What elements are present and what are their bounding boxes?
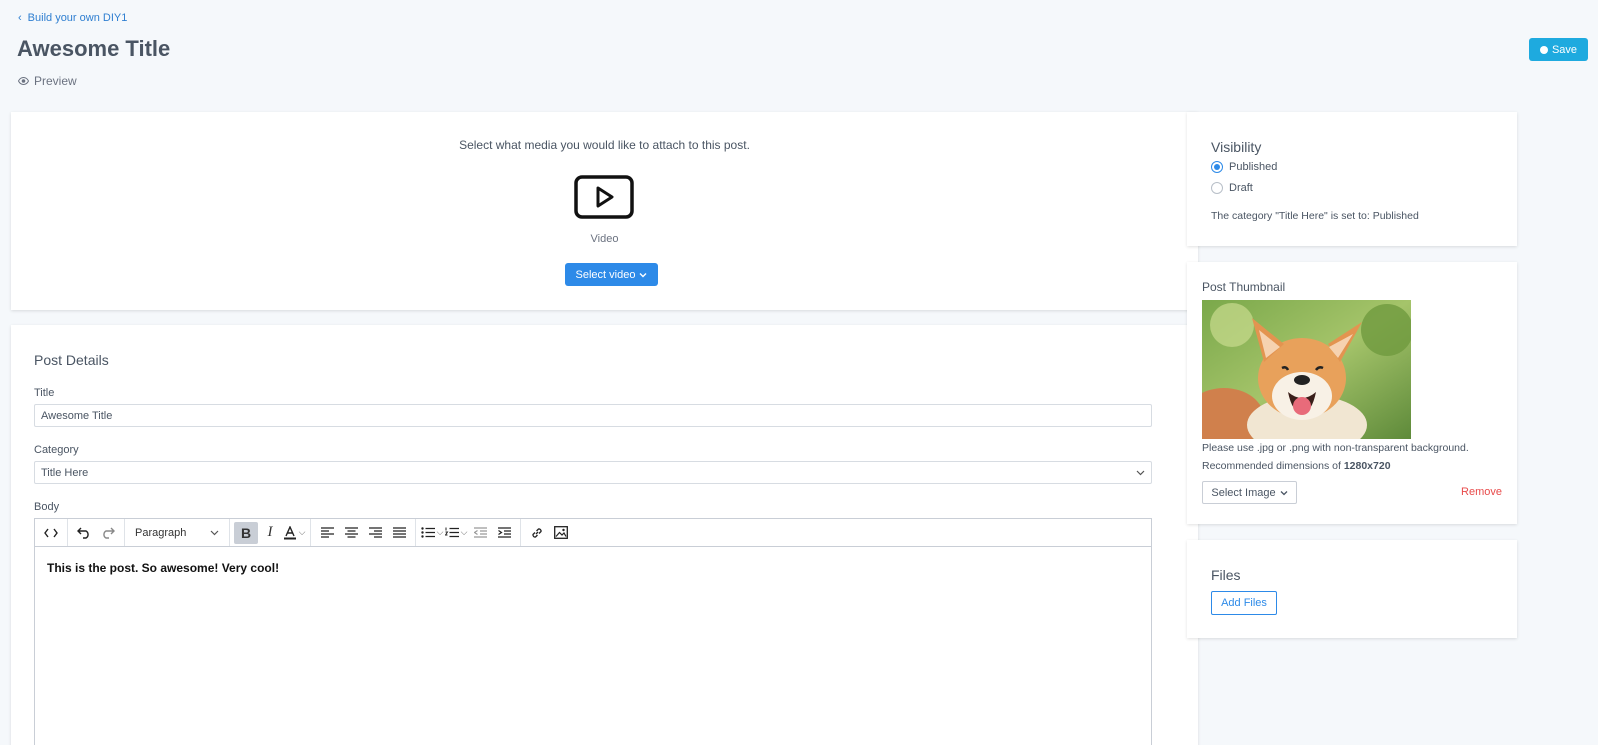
category-value: Title Here (41, 466, 89, 479)
category-label: Category (34, 444, 79, 456)
category-select[interactable]: Title Here (34, 461, 1152, 484)
page-title: Awesome Title (17, 36, 171, 61)
post-details-title: Post Details (34, 352, 109, 368)
image-icon[interactable] (549, 522, 573, 544)
circle-icon (1539, 45, 1548, 54)
italic-icon[interactable]: I (258, 522, 282, 544)
visibility-option-label: Draft (1229, 182, 1253, 194)
redo-icon[interactable] (96, 522, 120, 544)
eye-icon (18, 77, 29, 85)
video-label: Video (590, 233, 619, 245)
chevron-down-icon (1280, 490, 1288, 495)
chevron-down-icon (210, 530, 219, 535)
editor-content[interactable]: This is the post. So awesome! Very cool! (35, 547, 1151, 589)
numbered-list-icon[interactable]: ⌵ (444, 522, 468, 544)
play-icon (574, 175, 634, 219)
preview-label: Preview (34, 74, 77, 88)
title-label: Title (34, 387, 55, 399)
remove-thumbnail-link[interactable]: Remove (1461, 486, 1502, 498)
title-input[interactable]: Awesome Title (34, 404, 1152, 427)
select-image-button[interactable]: Select Image (1202, 481, 1297, 504)
thumbnail-image (1202, 300, 1411, 439)
paragraph-select-label: Paragraph (135, 526, 187, 539)
editor-toolbar: Paragraph B I ⌵ ⌵ ⌵ (35, 519, 1151, 547)
visibility-option-draft[interactable]: Draft (1211, 182, 1253, 194)
chevron-down-icon (639, 272, 647, 277)
chevron-left-icon: ‹ (18, 11, 22, 24)
files-card: Files Add Files (1187, 540, 1517, 638)
thumbnail-help-dimensions: Recommended dimensions of 1280x720 (1202, 460, 1391, 472)
bold-icon[interactable]: B (234, 521, 258, 544)
rich-text-editor: Paragraph B I ⌵ ⌵ ⌵ This is the post. So… (34, 518, 1152, 745)
align-justify-icon[interactable] (387, 522, 411, 544)
indent-icon[interactable] (492, 522, 516, 544)
save-button-label: Save (1551, 43, 1578, 56)
align-right-icon[interactable] (363, 522, 387, 544)
visibility-note: The category "Title Here" is set to: Pub… (1211, 210, 1419, 222)
add-files-button[interactable]: Add Files (1211, 591, 1277, 615)
select-image-label: Select Image (1211, 486, 1276, 499)
outdent-icon[interactable] (468, 522, 492, 544)
align-left-icon[interactable] (315, 522, 339, 544)
media-card: Select what media you would like to atta… (11, 112, 1198, 310)
paragraph-select[interactable]: Paragraph (129, 522, 225, 544)
align-center-icon[interactable] (339, 522, 363, 544)
thumbnail-dimensions-value: 1280x720 (1343, 460, 1391, 472)
thumbnail-title: Post Thumbnail (1202, 280, 1286, 294)
radio-unchecked-icon[interactable] (1211, 182, 1223, 194)
bullet-list-icon[interactable]: ⌵ (420, 522, 444, 544)
source-code-icon[interactable] (39, 522, 63, 544)
visibility-option-label: Published (1229, 161, 1278, 173)
body-label: Body (34, 501, 60, 513)
back-link[interactable]: ‹ Build your own DIY1 (18, 12, 127, 24)
chevron-down-icon (1136, 470, 1145, 475)
text-color-icon[interactable]: ⌵ (282, 522, 306, 544)
media-prompt: Select what media you would like to atta… (459, 138, 750, 152)
select-video-button[interactable]: Select video (565, 263, 658, 286)
thumbnail-card: Post Thumbnail Please use .jpg or .png w… (1187, 262, 1517, 524)
thumbnail-help-format: Please use .jpg or .png with non-transpa… (1202, 442, 1469, 454)
select-video-label: Select video (575, 268, 636, 281)
undo-icon[interactable] (72, 522, 96, 544)
files-title: Files (1211, 567, 1241, 583)
thumbnail-dimensions-prefix: Recommended dimensions of (1202, 460, 1344, 472)
radio-checked-icon[interactable] (1211, 161, 1223, 173)
preview-link[interactable]: Preview (18, 74, 77, 88)
back-link-label: Build your own DIY1 (27, 12, 128, 24)
link-icon[interactable] (525, 522, 549, 544)
save-button[interactable]: Save (1529, 38, 1588, 61)
post-details-card: Post Details Title Awesome Title Categor… (11, 325, 1198, 745)
visibility-option-published[interactable]: Published (1211, 161, 1277, 173)
visibility-title: Visibility (1211, 139, 1262, 155)
visibility-card: Visibility Published Draft The category … (1187, 112, 1517, 246)
